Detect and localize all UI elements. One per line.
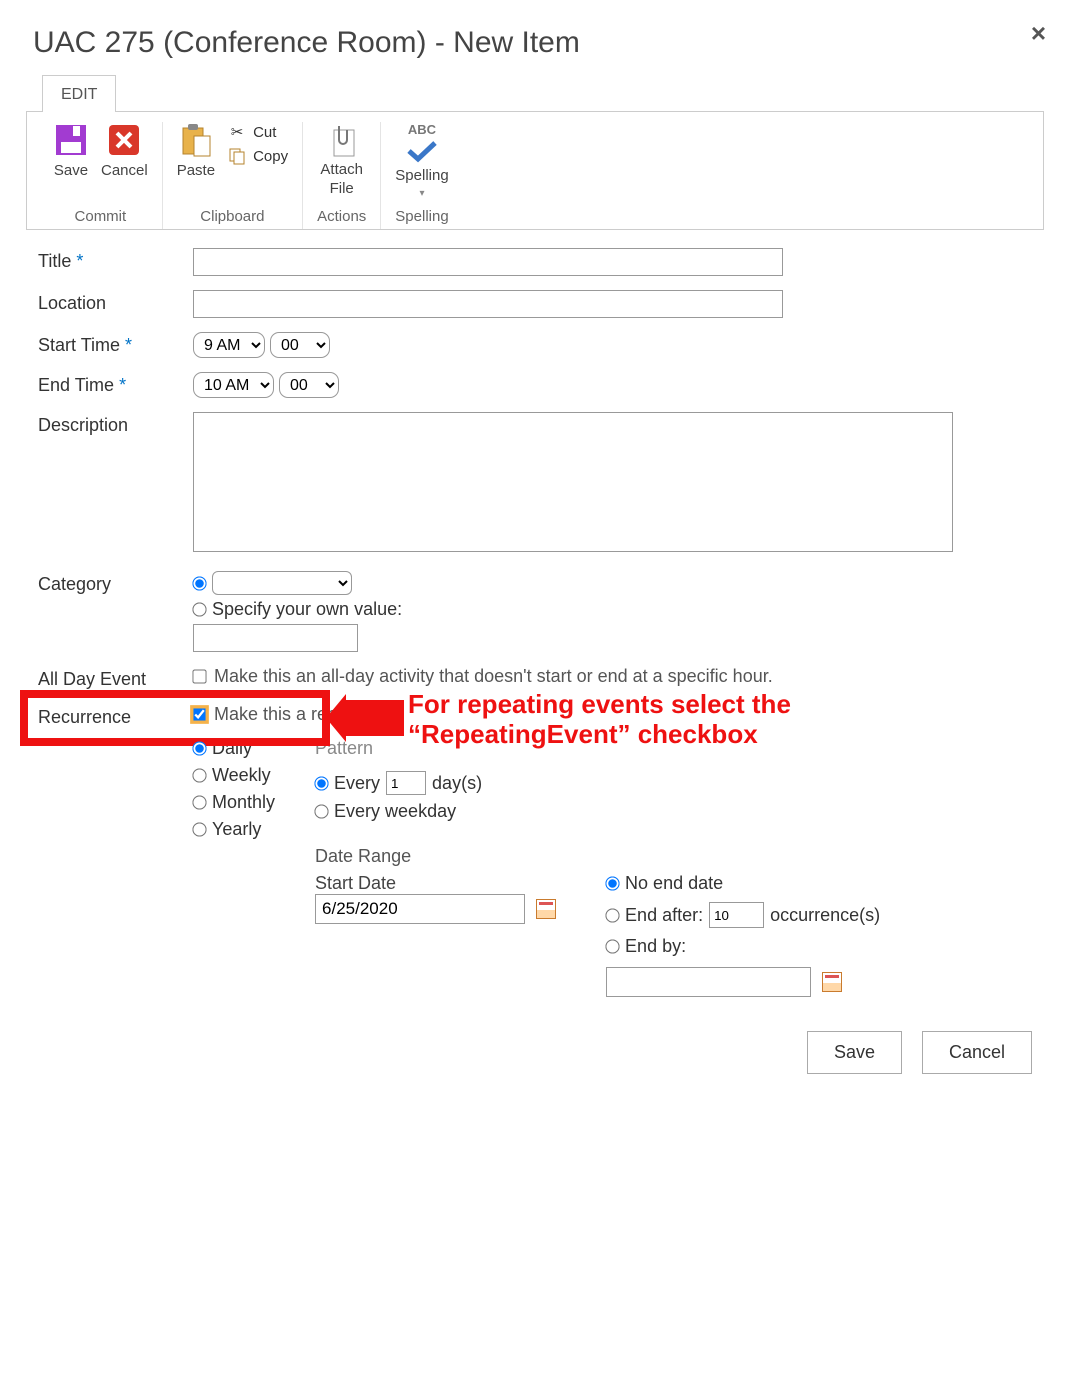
spelling-abc-label: ABC	[408, 122, 436, 137]
category-radio-own[interactable]	[192, 602, 206, 616]
category-radio-dropdown[interactable]	[192, 576, 206, 590]
recur-monthly[interactable]: Monthly	[193, 792, 275, 813]
ribbon-group-actions: Actions	[317, 208, 366, 225]
label-title: Title *	[38, 248, 193, 272]
category-dropdown-option[interactable]	[193, 571, 1040, 595]
callout-highlight-box	[20, 690, 330, 746]
cancel-button[interactable]: Cancel	[101, 122, 148, 179]
cut-button[interactable]: ✂ Cut	[227, 122, 288, 142]
calendar-icon[interactable]	[822, 972, 842, 992]
cut-icon: ✂	[227, 122, 247, 142]
recur-frequency-group: Daily Weekly Monthly Yearly	[193, 738, 275, 840]
attach-file-button[interactable]: Attach File	[320, 122, 363, 196]
check-icon	[404, 141, 440, 163]
ribbon-group-spelling: Spelling	[395, 208, 448, 225]
end-min-select[interactable]: 00	[279, 372, 339, 398]
dialog-title: UAC 275 (Conference Room) - New Item	[33, 26, 580, 60]
date-range-header: Date Range	[315, 846, 880, 867]
label-description: Description	[38, 412, 193, 436]
close-icon[interactable]: ×	[1031, 18, 1046, 49]
label-location: Location	[38, 290, 193, 314]
copy-button[interactable]: Copy	[227, 146, 288, 166]
callout-arrow-icon	[326, 694, 406, 742]
save-button[interactable]: Save	[53, 122, 89, 179]
recur-weekly[interactable]: Weekly	[193, 765, 275, 786]
category-select[interactable]	[212, 571, 352, 595]
category-own-input[interactable]	[193, 624, 358, 652]
label-end-time: End Time *	[38, 372, 193, 396]
copy-icon	[227, 146, 247, 166]
save-button-bottom[interactable]: Save	[807, 1031, 902, 1074]
start-min-select[interactable]: 00	[270, 332, 330, 358]
all-day-checkbox[interactable]	[192, 669, 206, 683]
start-date-label: Start Date	[315, 873, 556, 894]
end-by[interactable]: End by:	[606, 936, 880, 957]
label-start-time: Start Time *	[38, 332, 193, 356]
spelling-button[interactable]: ABC Spelling ▾	[395, 122, 448, 199]
calendar-icon[interactable]	[536, 899, 556, 919]
ribbon: Save Cancel Commit Paste ✂ Cut	[26, 111, 1044, 230]
category-own-option[interactable]: Specify your own value:	[193, 599, 1040, 620]
ribbon-group-commit: Commit	[75, 208, 127, 225]
save-icon	[53, 122, 89, 158]
location-input[interactable]	[193, 290, 783, 318]
paste-icon	[178, 122, 214, 158]
start-date-input[interactable]	[315, 894, 525, 924]
label-category: Category	[38, 571, 193, 595]
recur-yearly[interactable]: Yearly	[193, 819, 275, 840]
pattern-every-n[interactable]: Every day(s)	[315, 771, 880, 795]
cancel-button-bottom[interactable]: Cancel	[922, 1031, 1032, 1074]
pattern-every-weekday[interactable]: Every weekday	[315, 801, 880, 822]
start-hour-select[interactable]: 9 AM	[193, 332, 265, 358]
attach-icon	[324, 122, 360, 158]
label-all-day: All Day Event	[38, 666, 193, 690]
end-no-end[interactable]: No end date	[606, 873, 880, 894]
chevron-down-icon: ▾	[419, 188, 424, 199]
paste-button[interactable]: Paste	[177, 122, 215, 179]
cancel-icon	[106, 122, 142, 158]
tab-edit[interactable]: EDIT	[42, 75, 116, 112]
callout-text: For repeating events select the “Repeati…	[404, 690, 824, 750]
end-after-input[interactable]	[709, 902, 764, 928]
all-day-option[interactable]: Make this an all-day activity that doesn…	[193, 666, 1040, 687]
ribbon-group-clipboard: Clipboard	[200, 208, 264, 225]
description-input[interactable]	[193, 412, 953, 552]
title-input[interactable]	[193, 248, 783, 276]
end-after-n[interactable]: End after: occurrence(s)	[606, 902, 880, 928]
end-hour-select[interactable]: 10 AM	[193, 372, 274, 398]
every-n-input[interactable]	[386, 771, 426, 795]
end-by-input[interactable]	[606, 967, 811, 997]
